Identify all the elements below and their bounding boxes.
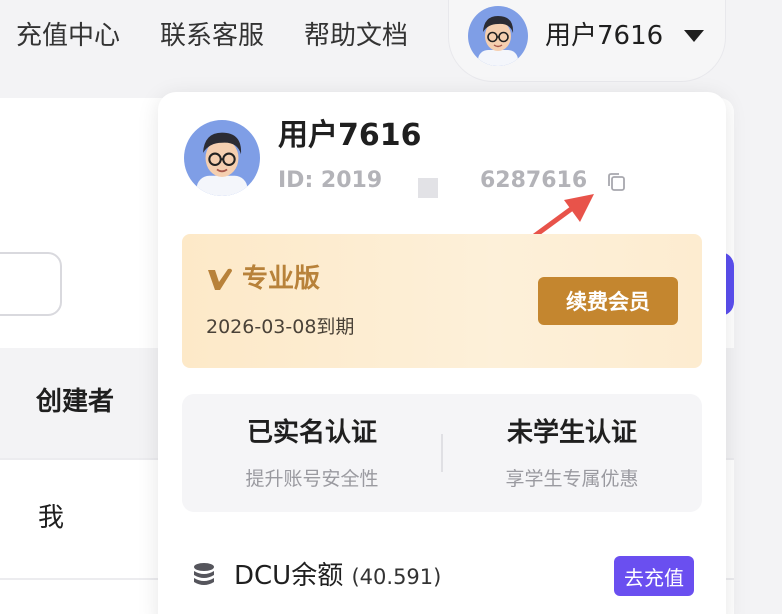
divider	[441, 434, 443, 472]
membership-expiry: 2026-03-08到期	[206, 316, 355, 338]
table-cell-creator: 我	[38, 503, 65, 533]
nav-contact-support[interactable]: 联系客服	[160, 18, 264, 54]
nav-recharge-center[interactable]: 充值中心	[16, 18, 120, 54]
avatar[interactable]	[468, 6, 528, 66]
redaction-mask	[418, 178, 438, 198]
realname-verification-subtitle: 提升账号安全性	[245, 468, 379, 490]
user-menu-name[interactable]: 用户7616	[545, 18, 663, 54]
user-id-prefix: ID: 2019	[278, 168, 383, 193]
membership-tier: 专业版	[242, 264, 321, 294]
recharge-button[interactable]: 去充值	[614, 556, 694, 596]
avatar	[184, 120, 260, 196]
dcu-balance: DCU余额 (40.591)	[234, 558, 441, 595]
user-name: 用户7616	[278, 118, 422, 153]
copy-icon[interactable]	[604, 170, 628, 194]
column-header-creator: 创建者	[36, 387, 115, 417]
renew-membership-button[interactable]: 续费会员	[538, 277, 678, 325]
student-verification-subtitle: 享学生专属优惠	[505, 468, 639, 490]
dcu-balance-label: DCU余额	[234, 561, 344, 591]
student-verification-title[interactable]: 未学生认证	[472, 416, 672, 450]
search-input[interactable]	[0, 252, 62, 316]
realname-verification-title[interactable]: 已实名认证	[212, 416, 412, 450]
vip-v-icon	[208, 268, 232, 290]
dcu-balance-value: (40.591)	[351, 565, 442, 589]
caret-down-icon[interactable]	[684, 30, 704, 42]
nav-help-docs[interactable]: 帮助文档	[304, 18, 408, 54]
database-icon	[194, 563, 214, 585]
